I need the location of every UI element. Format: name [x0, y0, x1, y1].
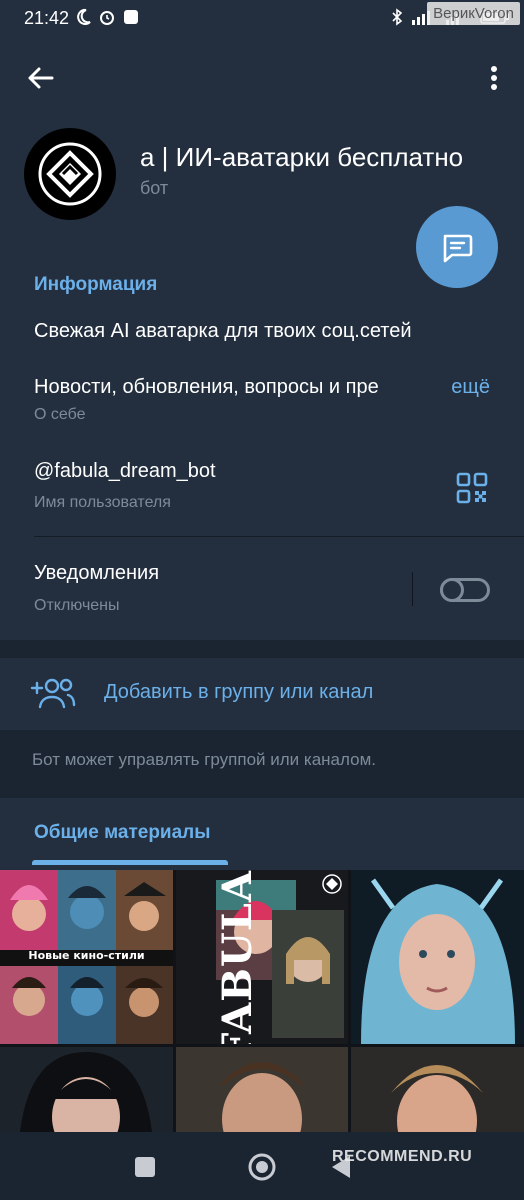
- about-label: О себе: [34, 406, 86, 423]
- media-tile-avatar-2[interactable]: [0, 1047, 173, 1132]
- message-fab-button[interactable]: [416, 206, 498, 288]
- system-nav-bar: [0, 1132, 524, 1200]
- profile-title: а | ИИ-аватарки бесплатно: [140, 142, 464, 172]
- vertical-divider: [412, 572, 413, 606]
- fabula-logo-icon: [38, 142, 102, 206]
- more-options-button[interactable]: [482, 60, 506, 96]
- message-icon: [443, 234, 473, 263]
- tab-active-indicator: [32, 860, 228, 865]
- description-line-2: Новости, обновления, вопросы и пре: [34, 376, 379, 398]
- bot-permissions-hint: Бот может управлять группой или каналом.: [32, 750, 376, 769]
- media-tile-movie-styles[interactable]: Новые кино-стили: [0, 870, 173, 1044]
- movie-styles-caption: Новые кино-стили: [28, 949, 145, 962]
- media-tile-avatar-3[interactable]: [176, 1047, 348, 1132]
- shared-media-header: Общие материалы: [0, 798, 524, 870]
- hint-area: Бот может управлять группой или каналом.: [0, 730, 524, 798]
- description-line-1: Свежая AI аватарка для твоих соц.сетей: [34, 320, 412, 342]
- recents-square-icon[interactable]: [130, 1152, 160, 1182]
- notifications-label[interactable]: Уведомления: [34, 562, 159, 585]
- status-icons-left: [74, 8, 140, 26]
- fabula-poster-image: [176, 870, 348, 1044]
- media-tile-avatar-4[interactable]: [351, 1047, 524, 1132]
- divider: [34, 536, 524, 537]
- avatar-portrait-dark-hair: [0, 1047, 173, 1132]
- watermark-top: ВерикVoron: [427, 2, 520, 25]
- avatar-portrait-ponytail: [176, 1047, 348, 1132]
- media-grid: Новые кино-стили FABULA: [0, 870, 524, 1132]
- watermark-bottom: RECOMMEND.RU: [332, 1148, 473, 1165]
- add-users-icon: [30, 678, 76, 709]
- notifications-state: Отключены: [34, 597, 120, 614]
- back-button[interactable]: [22, 60, 58, 96]
- media-tile-avatar-1[interactable]: [351, 870, 524, 1044]
- show-more-link[interactable]: ещё: [419, 376, 490, 399]
- more-vertical-icon: [491, 66, 497, 90]
- qr-code-icon[interactable]: [456, 472, 488, 504]
- home-circle-icon[interactable]: [247, 1152, 277, 1182]
- username-value[interactable]: @fabula_dream_bot: [34, 460, 216, 483]
- notifications-toggle[interactable]: [440, 578, 490, 602]
- profile-subtitle: бот: [140, 178, 169, 198]
- arrow-left-icon: [28, 67, 54, 89]
- bluetooth-icon: [392, 8, 403, 26]
- info-section: Информация Свежая AI аватарка для твоих …: [0, 246, 524, 640]
- add-to-group-label: Добавить в группу или канал: [104, 681, 374, 703]
- bot-avatar[interactable]: [24, 128, 116, 220]
- info-section-title: Информация: [34, 274, 158, 295]
- status-time: 21:42: [24, 8, 70, 28]
- fabula-wordmark: FABULA: [213, 870, 261, 1044]
- toggle-knob: [440, 578, 464, 602]
- media-tile-fabula-poster[interactable]: FABULA: [176, 870, 348, 1044]
- alarm-icon: [100, 11, 114, 25]
- add-to-group-button[interactable]: Добавить в группу или канал: [0, 658, 524, 730]
- avatar-portrait-cyber: [351, 870, 524, 1044]
- section-gap: [0, 640, 524, 658]
- moon-icon: [77, 8, 91, 25]
- notification-square-icon: [124, 10, 138, 24]
- status-bar: 21:42 ВерикVoron: [0, 0, 524, 38]
- avatar-portrait-blonde: [351, 1047, 524, 1132]
- tab-shared-media[interactable]: Общие материалы: [34, 822, 210, 844]
- username-label: Имя пользователя: [34, 494, 171, 511]
